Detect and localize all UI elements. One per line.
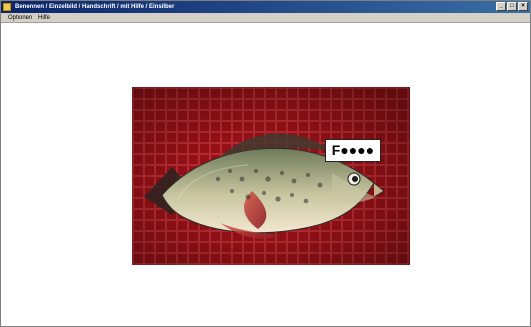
menu-optionen[interactable]: Optionen xyxy=(7,13,33,23)
content-area: F●●●● xyxy=(1,23,530,325)
menu-bar: Optionen Hilfe xyxy=(1,13,530,23)
maximize-button[interactable]: □ xyxy=(507,2,517,11)
fish-photo xyxy=(132,87,410,265)
fish-photo-icon xyxy=(132,87,410,265)
minimize-button[interactable]: _ xyxy=(496,2,506,11)
app-window: Benennen / Einzelbild / Handschrift / mi… xyxy=(0,0,531,327)
close-icon: × xyxy=(521,3,525,9)
window-controls: _ □ × xyxy=(496,2,528,11)
window-title: Benennen / Einzelbild / Handschrift / mi… xyxy=(15,4,175,10)
answer-label: F●●●● xyxy=(325,139,381,162)
title-bar[interactable]: Benennen / Einzelbild / Handschrift / mi… xyxy=(1,1,530,13)
maximize-icon: □ xyxy=(510,3,514,9)
close-button[interactable]: × xyxy=(518,2,528,11)
app-icon xyxy=(3,3,11,11)
menu-hilfe[interactable]: Hilfe xyxy=(37,13,51,23)
minimize-icon: _ xyxy=(499,3,503,9)
